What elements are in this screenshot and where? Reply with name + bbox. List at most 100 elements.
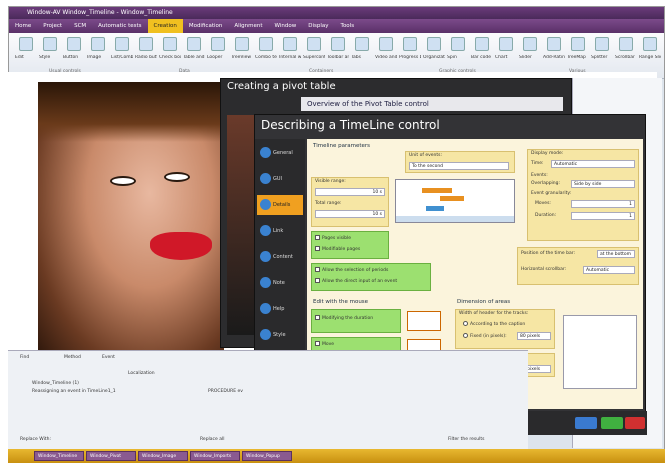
fixed-radio[interactable]: Fixed (in pixels): [463,333,507,339]
menu-alignment[interactable]: Alignment [228,19,268,33]
move-check[interactable]: Move [315,341,334,347]
pivot-subtitle: Overview of the Pivot Table control [301,97,563,111]
portrait-hair [38,82,224,142]
ribbon-button-20[interactable] [499,37,513,51]
ribbon-button-24[interactable] [595,37,609,51]
allow-selection-check[interactable]: Allow the selection of periods [315,267,388,273]
ribbon-label-3: Image [87,55,102,60]
according-radio[interactable]: According to the caption [463,321,525,327]
ribbon-label-2: Button [63,55,79,60]
hscroll-label: Horizontal scrollbar: [521,267,567,272]
sidebar-item-note[interactable]: Note [257,273,303,293]
result-row-2[interactable]: Reassigning an event in TimeLine1_1 [32,389,116,394]
ribbon-button-1[interactable] [43,37,57,51]
event-label[interactable]: Event [102,355,115,360]
allow-input-check[interactable]: Allow the direct input of an event [315,278,397,284]
ribbon-label-17: Organization chart [423,55,445,60]
ribbon-button-2[interactable] [67,37,81,51]
ribbon-label-24: Splitter [591,55,608,60]
menu-display[interactable]: Display [302,19,334,33]
replace-all-button[interactable]: Replace all [200,437,225,442]
cancel-button[interactable] [625,417,645,429]
menu-automatic-tests[interactable]: Automatic tests [92,19,147,33]
ribbon-button-19[interactable] [475,37,489,51]
modifying-duration-check[interactable]: Modifying the duration [315,315,373,321]
edit-mouse-heading: Edit with the mouse [313,299,369,305]
ribbon-button-22[interactable] [547,37,561,51]
menu-scm[interactable]: SCM [68,19,92,33]
ribbon-button-17[interactable] [427,37,441,51]
modifiable-pages-check[interactable]: Modifiable pages [315,246,360,252]
menu-window[interactable]: Window [269,19,303,33]
fixed-field[interactable]: 80 pixels [517,332,551,340]
hscroll-select[interactable]: Automatic [583,266,635,274]
ribbon-button-0[interactable] [19,37,33,51]
ribbon-label-5: Radio button [135,55,157,60]
menu-modification[interactable]: Modification [183,19,229,33]
ribbon-button-23[interactable] [571,37,585,51]
sidebar-item-help[interactable]: Help [257,299,303,319]
content-icon [260,251,271,262]
visible-range-field[interactable]: 10 s [315,188,385,196]
menu-project[interactable]: Project [37,19,68,33]
ribbon-button-11[interactable] [283,37,297,51]
task-2[interactable]: Window_Image [138,451,188,461]
overlapping-select[interactable]: Side by side [571,180,635,188]
task-3[interactable]: Window_Imports [190,451,240,461]
sidebar-item-gui[interactable]: GUI [257,169,303,189]
ribbon-button-16[interactable] [403,37,417,51]
menu-creation[interactable]: Creation [147,19,183,33]
ribbon-button-7[interactable] [187,37,201,51]
ribbon-button-18[interactable] [451,37,465,51]
ribbon-label-9: TreeView [231,55,252,60]
lips [150,232,212,260]
result-row-2-loc[interactable]: PROCEDURE ev [208,389,243,394]
find-panel: Find Method Event Localization Window_Ti… [8,350,528,450]
total-range-field[interactable]: 10 s [315,210,385,218]
ribbon-button-5[interactable] [139,37,153,51]
sidebar-item-details[interactable]: Details [257,195,303,215]
sidebar-item-link[interactable]: Link [257,221,303,241]
task-1[interactable]: Window_Pivot [86,451,136,461]
ribbon-label-8: Looper [207,55,223,60]
ribbon-button-4[interactable] [115,37,129,51]
result-row-1[interactable]: Window_Timeline (1) [32,381,79,386]
ok-button[interactable] [601,417,623,429]
pages-visible-check[interactable]: Pages visible [315,235,351,241]
filter-button[interactable]: Filter the results [448,437,484,442]
ribbon-label-12: Supercontrol [303,55,325,60]
note-icon [260,277,271,288]
ribbon-button-12[interactable] [307,37,321,51]
task-0[interactable]: Window_Timeline [34,451,84,461]
duration-field[interactable]: 1 [571,212,635,220]
ribbon-button-14[interactable] [355,37,369,51]
ribbon-label-13: Toolbar and Accumulator [327,55,349,60]
method-label[interactable]: Method [64,355,81,360]
timeline-params-heading: Timeline parameters [313,143,371,149]
unit-select[interactable]: To the second [409,162,509,170]
ribbon-button-9[interactable] [235,37,249,51]
menu-home[interactable]: Home [9,19,37,33]
help-button[interactable] [575,417,597,429]
ribbon-button-10[interactable] [259,37,273,51]
moves-field[interactable]: 1 [571,200,635,208]
ribbon-button-25[interactable] [619,37,633,51]
ribbon-button-6[interactable] [163,37,177,51]
sidebar-item-content[interactable]: Content [257,247,303,267]
sidebar-item-general[interactable]: General [257,143,303,163]
position-select[interactable]: at the bottom [597,250,635,258]
time-select[interactable]: Automatic [551,160,635,168]
pivot-window-title: Creating a pivot table [227,81,336,92]
sidebar-item-style[interactable]: Style [257,325,303,345]
ribbon-button-13[interactable] [331,37,345,51]
menu-tools[interactable]: Tools [335,19,361,33]
ribbon-label-14: Tabs [351,55,361,60]
ribbon-button-21[interactable] [523,37,537,51]
task-4[interactable]: Window_Popup [242,451,292,461]
ribbon-button-15[interactable] [379,37,393,51]
ribbon-button-3[interactable] [91,37,105,51]
ribbon-label-10: Combo template [255,55,277,60]
position-label: Position of the time bar: [521,251,576,256]
ribbon-button-26[interactable] [643,37,657,51]
ribbon-button-8[interactable] [211,37,225,51]
